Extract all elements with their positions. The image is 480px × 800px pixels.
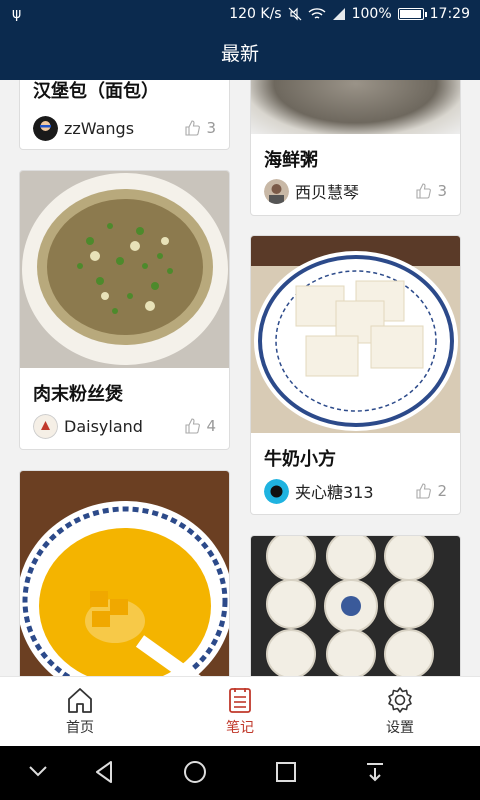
recipe-card[interactable] — [250, 535, 461, 676]
battery-percent: 100% — [351, 6, 392, 22]
avatar — [33, 413, 58, 439]
notification-pull-icon[interactable] — [364, 760, 386, 784]
home-icon — [68, 688, 92, 713]
recipe-photo — [20, 471, 229, 676]
author-name[interactable]: 夹心糖313 — [295, 479, 415, 503]
tab-settings[interactable]: 设置 — [340, 677, 460, 747]
mute-icon — [288, 7, 302, 21]
tab-label: 设置 — [386, 720, 414, 736]
clock: 17:29 — [429, 6, 470, 22]
author-name[interactable]: Daisyland — [64, 417, 184, 436]
status-bar: ψ 120 K/s 100% 17:29 — [0, 0, 480, 30]
avatar — [264, 478, 289, 504]
recipe-photo — [251, 236, 460, 433]
recipe-title: 肉末粉丝煲 — [33, 384, 123, 405]
usb-icon: ψ — [12, 6, 22, 22]
thumbs-up-icon — [185, 120, 201, 136]
home-circle-icon[interactable] — [183, 760, 207, 784]
tab-label: 笔记 — [226, 720, 254, 736]
bottom-tab-bar: 首页 笔记 设置 — [0, 676, 480, 746]
like-count[interactable]: 3 — [184, 119, 216, 137]
avatar — [33, 115, 58, 141]
tab-notes[interactable]: 笔记 — [180, 677, 300, 747]
chevron-down-icon[interactable] — [28, 764, 48, 778]
author-name[interactable]: zzWangs — [64, 119, 184, 138]
battery-icon — [397, 8, 427, 20]
wifi-icon — [308, 8, 326, 19]
recipe-card[interactable]: 海鲜粥 西贝慧琴 3 — [250, 80, 461, 216]
gear-icon — [388, 687, 412, 713]
back-icon[interactable] — [93, 760, 115, 784]
thumbs-up-icon — [416, 183, 432, 199]
like-count[interactable]: 4 — [184, 417, 216, 435]
author-name[interactable]: 西贝慧琴 — [295, 179, 415, 203]
recipe-card[interactable] — [19, 470, 230, 676]
thumbs-up-icon — [416, 483, 432, 499]
signal-icon — [332, 8, 345, 20]
tab-label: 首页 — [66, 720, 94, 736]
page-title: 最新 — [0, 30, 480, 80]
recipe-card[interactable]: 肉末粉丝煲 Daisyland 4 — [19, 170, 230, 450]
recipe-photo — [251, 536, 460, 676]
recipe-title: 牛奶小方 — [264, 449, 336, 470]
recipe-card[interactable]: 牛奶小方 夹心糖313 2 — [250, 235, 461, 515]
recipe-feed[interactable]: 汉堡包（面包） zzWangs 3 海鲜粥 西贝慧琴 3 肉末粉丝煲 Daisy… — [0, 80, 480, 676]
avatar — [264, 178, 289, 204]
notes-icon — [229, 688, 251, 713]
like-count[interactable]: 3 — [415, 182, 447, 200]
network-speed: 120 K/s — [229, 6, 282, 22]
recipe-card[interactable]: 汉堡包（面包） zzWangs 3 — [19, 80, 230, 150]
like-count[interactable]: 2 — [415, 482, 447, 500]
recipe-photo — [251, 80, 460, 134]
system-nav-bar — [0, 746, 480, 800]
recipe-title: 海鲜粥 — [264, 150, 318, 171]
recents-icon[interactable] — [275, 760, 297, 784]
recipe-title: 汉堡包（面包） — [33, 81, 159, 102]
thumbs-up-icon — [185, 418, 201, 434]
tab-home[interactable]: 首页 — [20, 677, 140, 747]
recipe-photo — [20, 171, 229, 368]
